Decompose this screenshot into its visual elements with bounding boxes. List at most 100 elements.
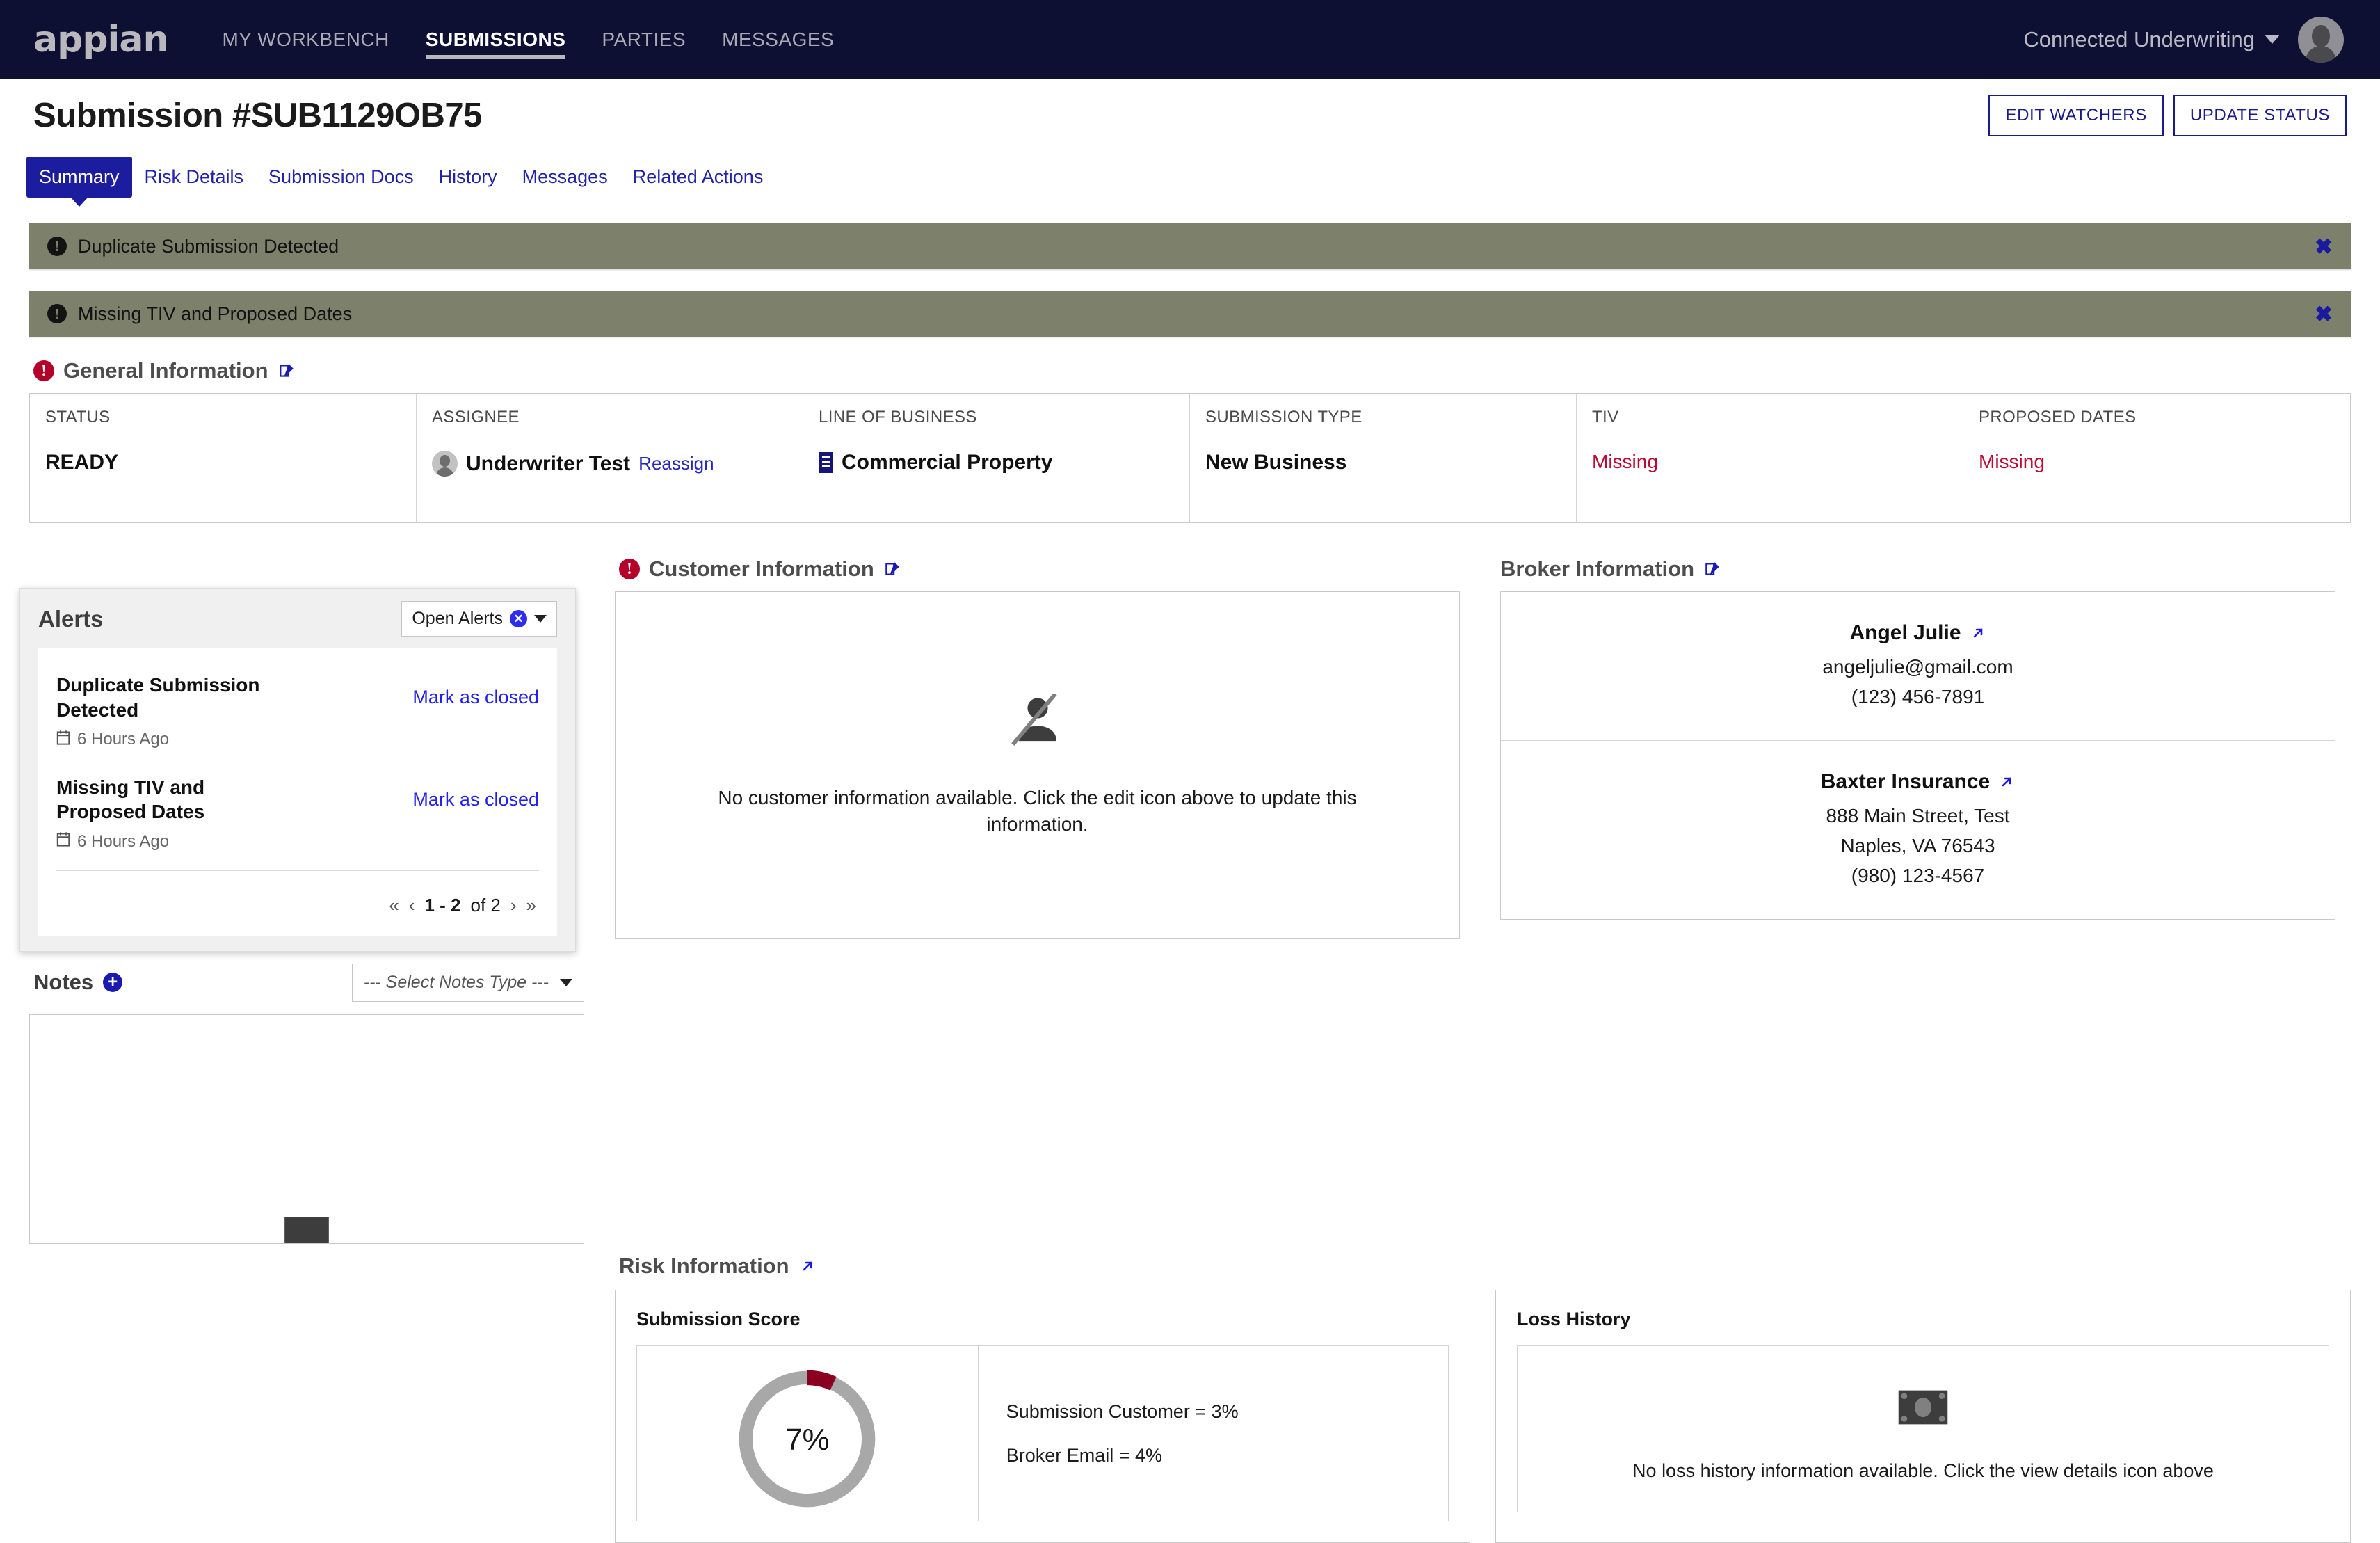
submission-score-card: Submission Score 7% Submission Customer … (615, 1290, 1470, 1543)
banner-text: Missing TIV and Proposed Dates (78, 303, 353, 324)
update-status-button[interactable]: UPDATE STATUS (2173, 95, 2347, 136)
reassign-link[interactable]: Reassign (638, 453, 714, 474)
field-tiv: TIV Missing (1577, 394, 1963, 522)
broker-information-panel: Angel Julie angeljulie@gmail.com (123) 4… (1500, 591, 2335, 920)
customer-information-section: ! Customer Information No customer infor… (600, 544, 1475, 1244)
user-slash-icon (1008, 692, 1067, 750)
broker-information-title: Broker Information (1500, 557, 1695, 581)
edit-pencil-icon[interactable] (278, 362, 296, 380)
page-header: Submission #SUB1129OB75 EDIT WATCHERS UP… (0, 79, 2380, 152)
list-item: Missing TIV and Proposed Dates 6 Hours A… (56, 765, 539, 868)
add-plus-icon[interactable]: + (103, 973, 123, 992)
edit-watchers-button[interactable]: EDIT WATCHERS (1988, 95, 2164, 136)
score-item: Broker Email = 4% (1006, 1444, 1163, 1466)
banner-text: Duplicate Submission Detected (78, 235, 339, 257)
notes-type-select[interactable]: --- Select Notes Type --- (351, 963, 584, 1002)
pagination-next-button[interactable]: › (510, 895, 517, 916)
pagination-last-button[interactable]: » (526, 895, 536, 916)
header-actions: EDIT WATCHERS UPDATE STATUS (1988, 95, 2347, 136)
customer-information-title: Customer Information (649, 557, 874, 581)
nav-item-parties[interactable]: PARTIES (602, 0, 686, 79)
field-submission-type: SUBMISSION TYPE New Business (1190, 394, 1577, 522)
mark-as-closed-link[interactable]: Mark as closed (412, 673, 539, 708)
general-information-section: ! General Information STATUS READY ASSIG… (0, 358, 2380, 523)
alerts-panel: Alerts Open Alerts ✕ Duplicate Submissio… (19, 588, 576, 952)
alerts-filter-value: Open Alerts (412, 609, 503, 628)
broker-contact-person: Angel Julie angeljulie@gmail.com (123) 4… (1501, 592, 2335, 740)
alert-item-time-text: 6 Hours Ago (77, 730, 170, 749)
comment-bubble-icon (280, 1215, 334, 1243)
broker-company-street: 888 Main Street, Test (1826, 805, 2010, 826)
close-icon[interactable]: ✖ (2315, 303, 2333, 325)
clear-circle-x-icon[interactable]: ✕ (510, 610, 527, 627)
tab-risk-details[interactable]: Risk Details (132, 157, 257, 198)
page-title: Submission #SUB1129OB75 (33, 97, 482, 134)
submission-score-box: 7% Submission Customer = 3% Broker Email… (636, 1345, 1449, 1521)
gauge-value-label: 7% (785, 1422, 830, 1457)
broker-company-name: Baxter Insurance (1820, 770, 1991, 793)
tab-history[interactable]: History (426, 157, 510, 198)
info-icon: ! (47, 237, 67, 256)
field-label: TIV (1592, 408, 1619, 426)
customer-information-empty-panel: No customer information available. Click… (615, 591, 1460, 939)
risk-information-header: Risk Information (619, 1254, 2351, 1279)
field-label: STATUS (45, 408, 111, 426)
field-label: SUBMISSION TYPE (1205, 408, 1362, 426)
assignee-name: Underwriter Test (466, 451, 631, 475)
tab-submission-docs[interactable]: Submission Docs (256, 157, 426, 198)
broker-company-name-row: Baxter Insurance (1518, 770, 2318, 794)
alert-item-time: 6 Hours Ago (56, 831, 399, 852)
tab-messages[interactable]: Messages (510, 157, 620, 198)
tab-bar: Summary Risk Details Submission Docs His… (0, 157, 2380, 208)
broker-contact-email: angeljulie@gmail.com (1822, 656, 2013, 678)
loss-history-empty-panel: No loss history information available. C… (1517, 1345, 2329, 1512)
money-bill-icon (1897, 1388, 1949, 1430)
edit-pencil-icon[interactable] (883, 560, 901, 578)
score-item: Submission Customer = 3% (1006, 1400, 1239, 1422)
nav-item-my-workbench[interactable]: MY WORKBENCH (222, 0, 389, 79)
alerts-panel-header: Alerts Open Alerts ✕ (20, 589, 575, 648)
pagination-first-button[interactable]: « (389, 895, 399, 916)
edit-pencil-icon[interactable] (1703, 560, 1721, 578)
pagination-total: of 2 (470, 895, 501, 916)
mark-as-closed-link[interactable]: Mark as closed (412, 775, 539, 810)
chevron-down-icon (2265, 35, 2280, 44)
external-link-icon[interactable] (799, 1258, 816, 1274)
field-value-group: Commercial Property (819, 451, 1174, 474)
close-icon[interactable]: ✖ (2315, 236, 2333, 257)
avatar[interactable] (2298, 16, 2344, 63)
nav-item-messages[interactable]: MESSAGES (722, 0, 834, 79)
external-link-icon[interactable] (1998, 774, 2015, 790)
customer-information-header: ! Customer Information (619, 557, 1460, 582)
tab-related-actions[interactable]: Related Actions (620, 157, 776, 198)
field-value: Commercial Property (842, 451, 1053, 474)
alert-item-info: Missing TIV and Proposed Dates 6 Hours A… (56, 775, 412, 852)
external-link-icon[interactable] (1970, 625, 1986, 641)
broker-contact-name: Angel Julie (1849, 621, 1961, 644)
tab-summary[interactable]: Summary (26, 157, 132, 198)
field-label: LINE OF BUSINESS (819, 408, 977, 426)
risk-information-section: Risk Information Submission Score 7% Sub… (570, 1254, 2380, 1543)
pagination-prev-button[interactable]: ‹ (409, 895, 415, 916)
broker-company-city: Naples, VA 76543 (1840, 835, 1995, 856)
alert-exclamation-icon: ! (33, 360, 54, 381)
field-value: Missing (1592, 451, 1658, 472)
list-item: Duplicate Submission Detected 6 Hours Ag… (56, 663, 539, 765)
appian-logo[interactable]: appian (33, 22, 168, 58)
notes-header: Notes + --- Select Notes Type --- (33, 961, 584, 1003)
nav-item-submissions[interactable]: SUBMISSIONS (425, 0, 566, 79)
broker-company: Baxter Insurance 888 Main Street, Test N… (1501, 740, 2335, 919)
calendar-icon (56, 831, 70, 852)
submission-score-gauge-wrap: 7% (637, 1346, 978, 1521)
building-icon (819, 452, 833, 473)
alerts-filter-dropdown[interactable]: Open Alerts ✕ (401, 601, 557, 637)
broker-company-phone: (980) 123-4567 (1851, 865, 1985, 886)
submission-score-heading: Submission Score (636, 1309, 801, 1329)
field-proposed-dates: PROPOSED DATES Missing (1963, 394, 2350, 522)
chevron-down-icon (560, 978, 572, 986)
banner-duplicate-submission: ! Duplicate Submission Detected ✖ (29, 223, 2351, 269)
user-menu-button[interactable]: Connected Underwriting (2023, 27, 2280, 52)
field-label: ASSIGNEE (432, 408, 520, 426)
alert-item-title: Missing TIV and Proposed Dates (56, 776, 205, 823)
top-navigation-bar: appian MY WORKBENCH SUBMISSIONS PARTIES … (0, 0, 2380, 79)
